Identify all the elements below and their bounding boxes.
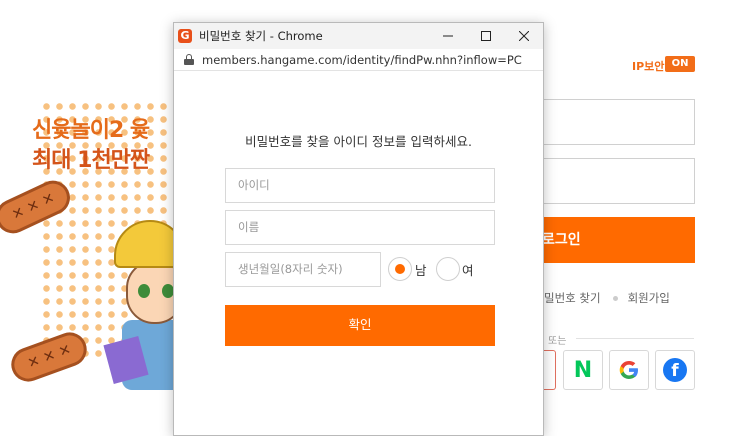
link-separator: [612, 295, 618, 301]
window-title: 비밀번호 찾기 - Chrome: [199, 29, 323, 43]
login-password-input[interactable]: [520, 158, 695, 204]
login-button[interactable]: 로그인: [520, 217, 695, 263]
gender-female-radio[interactable]: [436, 257, 460, 281]
gender-female-label[interactable]: 여: [462, 260, 474, 279]
find-password-popup-window: G 비밀번호 찾기 - Chrome members.hangame.com/i…: [173, 22, 544, 436]
window-controls: [429, 23, 543, 49]
facebook-icon: f: [663, 358, 687, 382]
lock-icon: [184, 54, 194, 65]
find-password-link[interactable]: 밀번호 찾기: [544, 291, 601, 305]
naver-icon: N: [573, 357, 593, 383]
birthdate-input[interactable]: 생년월일(8자리 숫자): [225, 252, 381, 287]
screen: 신윷놀이2 윷 최대 1천만짠 ✕ ✕ ✕ ✕ ✕ ✕ IP보안 ON 로그인 …: [0, 0, 740, 436]
minimize-icon: [443, 35, 453, 37]
banner-line-2: 최대 1천만짠: [32, 148, 150, 173]
google-icon: [619, 361, 638, 379]
window-titlebar[interactable]: G 비밀번호 찾기 - Chrome: [174, 23, 543, 49]
login-links: 밀번호 찾기 회원가입: [544, 290, 670, 306]
google-login-button[interactable]: [609, 350, 649, 390]
name-input[interactable]: 이름: [225, 210, 495, 245]
login-id-input[interactable]: [520, 99, 695, 145]
close-button[interactable]: [505, 23, 543, 49]
confirm-button[interactable]: 확인: [225, 305, 495, 346]
gender-male-label[interactable]: 남: [415, 260, 427, 279]
or-divider-line: [576, 338, 694, 339]
ip-security-label: IP보안: [632, 60, 665, 73]
url-text: members.hangame.com/identity/findPw.nhn?…: [202, 52, 522, 67]
signup-link[interactable]: 회원가입: [628, 291, 670, 305]
naver-login-button[interactable]: N: [563, 350, 603, 390]
address-bar[interactable]: members.hangame.com/identity/findPw.nhn?…: [174, 49, 543, 71]
ip-security-toggle[interactable]: ON: [665, 56, 695, 72]
promo-banner: 신윷놀이2 윷 최대 1천만짠 ✕ ✕ ✕ ✕ ✕ ✕: [0, 60, 180, 390]
close-icon: [519, 31, 529, 41]
character-illustration: [103, 220, 180, 390]
banner-line-1: 신윷놀이2 윷: [32, 118, 150, 143]
facebook-login-button[interactable]: f: [655, 350, 695, 390]
hangame-app-icon: G: [178, 29, 192, 43]
or-divider-label: 또는: [548, 336, 567, 347]
maximize-button[interactable]: [467, 23, 505, 49]
id-input[interactable]: 아이디: [225, 168, 495, 203]
radio-selected-dot: [395, 264, 405, 274]
gender-male-radio[interactable]: [388, 257, 412, 281]
minimize-button[interactable]: [429, 23, 467, 49]
instruction-text: 비밀번호를 찾을 아이디 정보를 입력하세요.: [245, 134, 472, 149]
maximize-icon: [481, 31, 491, 41]
